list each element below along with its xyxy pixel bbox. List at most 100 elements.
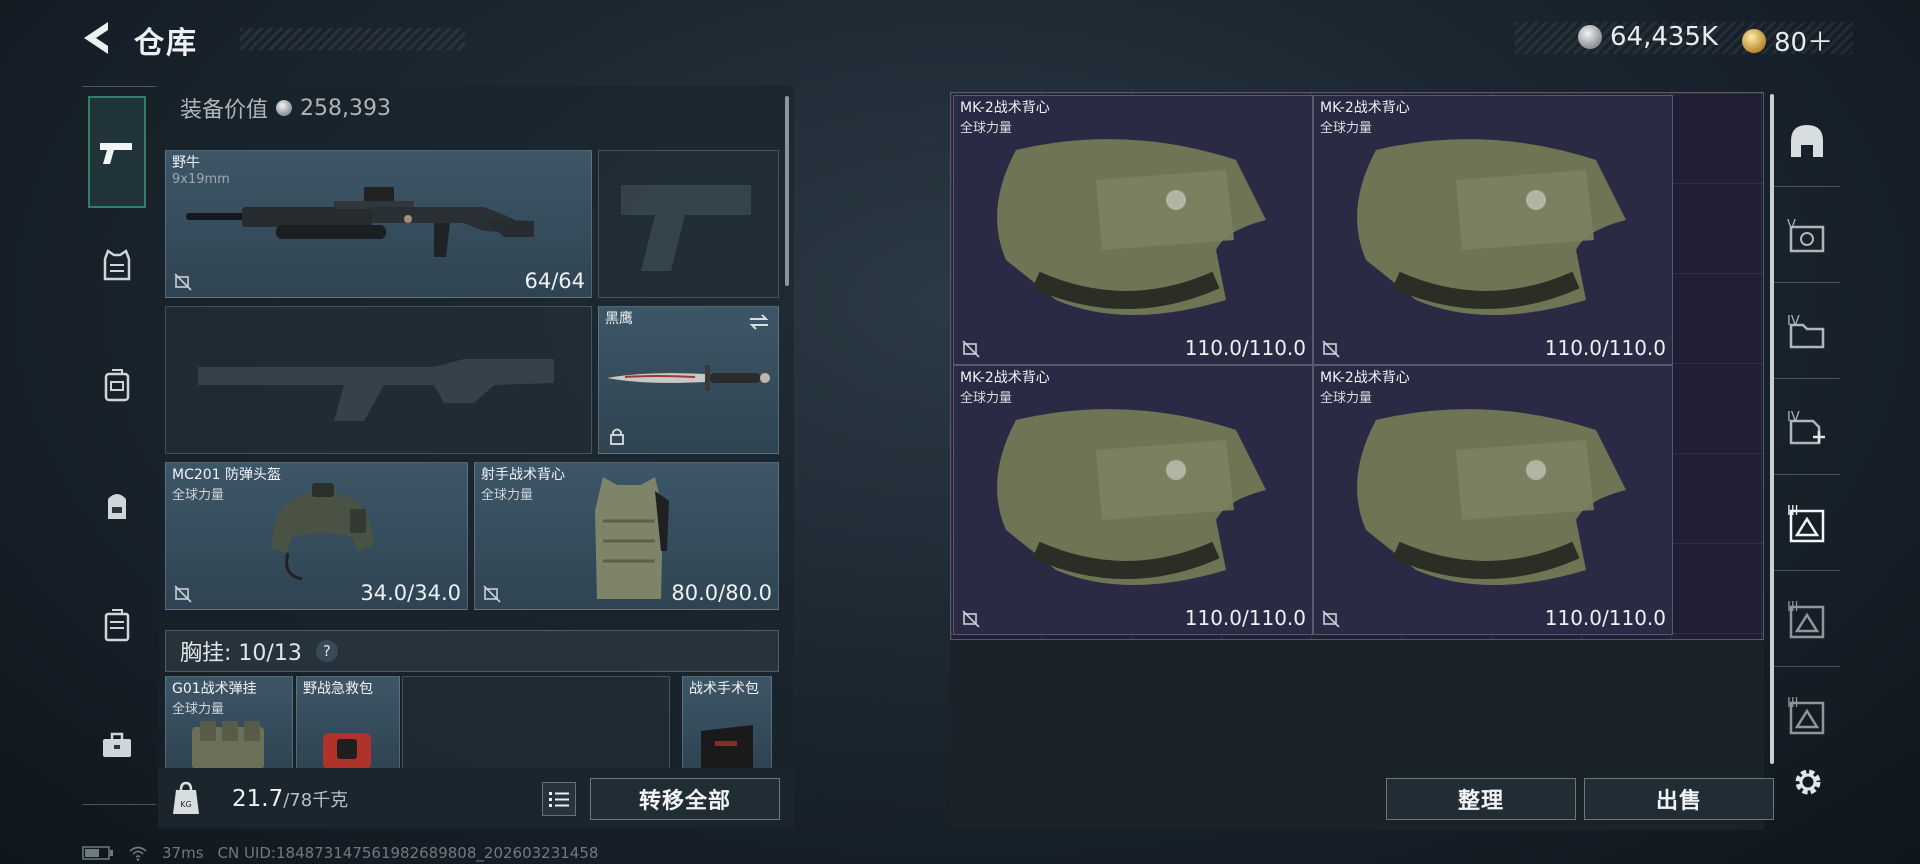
stash-item-durability: 110.0/110.0 <box>1184 606 1306 630</box>
gold-currency[interactable]: 80＋ <box>1742 22 1833 59</box>
filter-level-iv-plus[interactable]: IV <box>1778 398 1836 456</box>
rig-item-first-aid[interactable]: 野战急救包 <box>296 676 400 769</box>
ping-value: 37ms <box>162 844 204 862</box>
level-iv-add-icon: IV <box>1787 410 1825 445</box>
no-transfer-icon <box>962 340 980 358</box>
chest-rig-header: 胸挂: 10/13 ? <box>165 630 779 672</box>
loadout-scrollbar[interactable] <box>785 96 789 286</box>
organize-button[interactable]: 整理 <box>1386 778 1576 820</box>
first-aid-kit-image <box>323 733 371 769</box>
list-view-button[interactable] <box>542 782 576 816</box>
helmet-image <box>272 483 374 581</box>
rail-divider <box>1774 474 1840 475</box>
sell-button[interactable]: 出售 <box>1584 778 1774 820</box>
secondary-weapon-slot-empty[interactable] <box>165 306 592 454</box>
chest-rig-icon <box>104 369 130 402</box>
mk2-vest-image <box>997 139 1266 315</box>
filter-helmet[interactable] <box>1778 112 1836 170</box>
rig-item-surgical-kit[interactable]: 战术手术包 <box>682 676 772 769</box>
back-arrow-icon <box>84 22 108 54</box>
stash-item-mk2-vest[interactable]: MK-2战术背心 全球力量 110.0/110.0 <box>1313 95 1673 365</box>
wifi-icon <box>129 846 147 861</box>
rig-item-faction: 全球力量 <box>172 702 225 717</box>
left-category-nav <box>82 86 156 806</box>
nav-toolbox-tab[interactable] <box>88 716 146 774</box>
helmet-faction: 全球力量 <box>172 488 225 503</box>
stash-item-mk2-vest[interactable]: MK-2战术背心 全球力量 110.0/110.0 <box>953 95 1313 365</box>
stash-item-mk2-vest[interactable]: MK-2战术背心 全球力量 110.0/110.0 <box>953 365 1313 635</box>
svg-text:IV: IV <box>1787 410 1800 425</box>
silver-currency[interactable]: 64,435K <box>1578 22 1718 52</box>
stash-item-durability: 110.0/110.0 <box>1544 336 1666 360</box>
mk2-vest-image <box>1357 139 1626 315</box>
status-bar: 37ms CN UID:184873147561982689808_202603… <box>82 844 598 862</box>
pistol-placeholder-icon <box>621 185 751 271</box>
melee-name: 黑鹰 <box>605 311 633 327</box>
nav-backpack-tab[interactable] <box>88 476 146 534</box>
rig-slot-empty[interactable] <box>402 676 670 768</box>
stash-item-mk2-vest[interactable]: MK-2战术背心 全球力量 110.0/110.0 <box>1313 365 1673 635</box>
svg-text:IV: IV <box>1787 314 1800 329</box>
rail-divider <box>1774 570 1840 571</box>
smg-weapon-image <box>186 187 534 257</box>
back-button[interactable] <box>78 18 114 58</box>
melee-slot[interactable]: 黑鹰 <box>598 306 779 454</box>
gold-currency-value: 80＋ <box>1774 28 1834 58</box>
silver-coin-icon <box>276 100 293 116</box>
filter-level-iv[interactable]: IV <box>1778 302 1836 360</box>
filter-level-iii-active[interactable]: III <box>1778 494 1836 552</box>
carry-weight-max: /78千克 <box>283 790 349 811</box>
sidearm-slot-empty[interactable] <box>598 150 779 298</box>
vest-image <box>595 477 669 599</box>
user-uid: CN UID:184873147561982689808_20260323145… <box>217 844 599 862</box>
no-transfer-icon <box>1322 610 1340 628</box>
rail-divider <box>1774 666 1840 667</box>
rig-item-name: G01战术弹挂 <box>172 681 257 697</box>
mk2-vest-image <box>1357 409 1626 585</box>
help-button[interactable]: ? <box>315 640 338 662</box>
chest-rig-label: 胸挂: 10/13 <box>180 641 302 666</box>
stash-item-name: MK-2战术背心 <box>960 100 1050 116</box>
equip-value: 装备价值 258,393 <box>180 92 391 124</box>
no-transfer-icon <box>483 585 501 603</box>
helmet-slot[interactable]: MC201 防弹头盔 全球力量 34.0/34.0 <box>165 462 468 610</box>
rail-divider <box>1774 186 1840 187</box>
stash-item-durability: 110.0/110.0 <box>1184 336 1306 360</box>
weapon-name: 野牛 <box>172 155 200 171</box>
rig-item-g01[interactable]: G01战术弹挂 全球力量 <box>165 676 293 769</box>
lock-icon <box>610 428 624 445</box>
swap-icon[interactable] <box>748 313 770 331</box>
level-iii-armor-icon: III <box>1787 600 1825 639</box>
stash-item-name: MK-2战术背心 <box>1320 100 1410 116</box>
filter-level-iii-b[interactable]: III <box>1778 590 1836 648</box>
primary-weapon-slot[interactable]: 野牛 9x19mm 64/64 <box>165 150 592 298</box>
filter-level-v[interactable]: V <box>1778 206 1836 264</box>
stash-item-name: MK-2战术背心 <box>1320 370 1410 386</box>
transfer-all-button[interactable]: 转移全部 <box>590 778 780 820</box>
nav-chest-rig-tab[interactable] <box>88 356 146 414</box>
carry-weight: 21.7/78千克 <box>232 786 348 812</box>
svg-text:KG: KG <box>180 800 191 809</box>
tactical-rig-image <box>192 721 264 769</box>
right-filter-rail: V IV IV III III III <box>1770 92 1844 782</box>
weight-icon: KG <box>173 781 199 814</box>
helmet-durability: 34.0/34.0 <box>360 581 461 605</box>
level-iii-armor-icon: III <box>1787 696 1825 735</box>
nav-firearms-tab[interactable] <box>88 96 146 208</box>
weapon-ammo: 64/64 <box>524 269 585 293</box>
armor-name: 射手战术背心 <box>481 467 565 483</box>
filter-level-iii-c[interactable]: III <box>1778 686 1836 744</box>
nav-container-tab[interactable] <box>88 596 146 654</box>
level-v-armor-icon: V <box>1787 218 1825 253</box>
title-stripe-decoration <box>240 28 465 50</box>
nav-armor-tab[interactable] <box>88 236 146 294</box>
silver-currency-value: 64,435K <box>1610 22 1719 52</box>
list-icon <box>549 792 569 807</box>
no-transfer-icon <box>174 273 192 291</box>
backpack-icon <box>108 494 126 519</box>
chest-rig-capacity: 10/13 <box>238 641 302 666</box>
settings-button[interactable] <box>1788 762 1828 802</box>
armor-durability: 80.0/80.0 <box>671 581 772 605</box>
armor-slot[interactable]: 射手战术背心 全球力量 80.0/80.0 <box>474 462 779 610</box>
level-iv-folder-icon: IV <box>1787 314 1825 349</box>
